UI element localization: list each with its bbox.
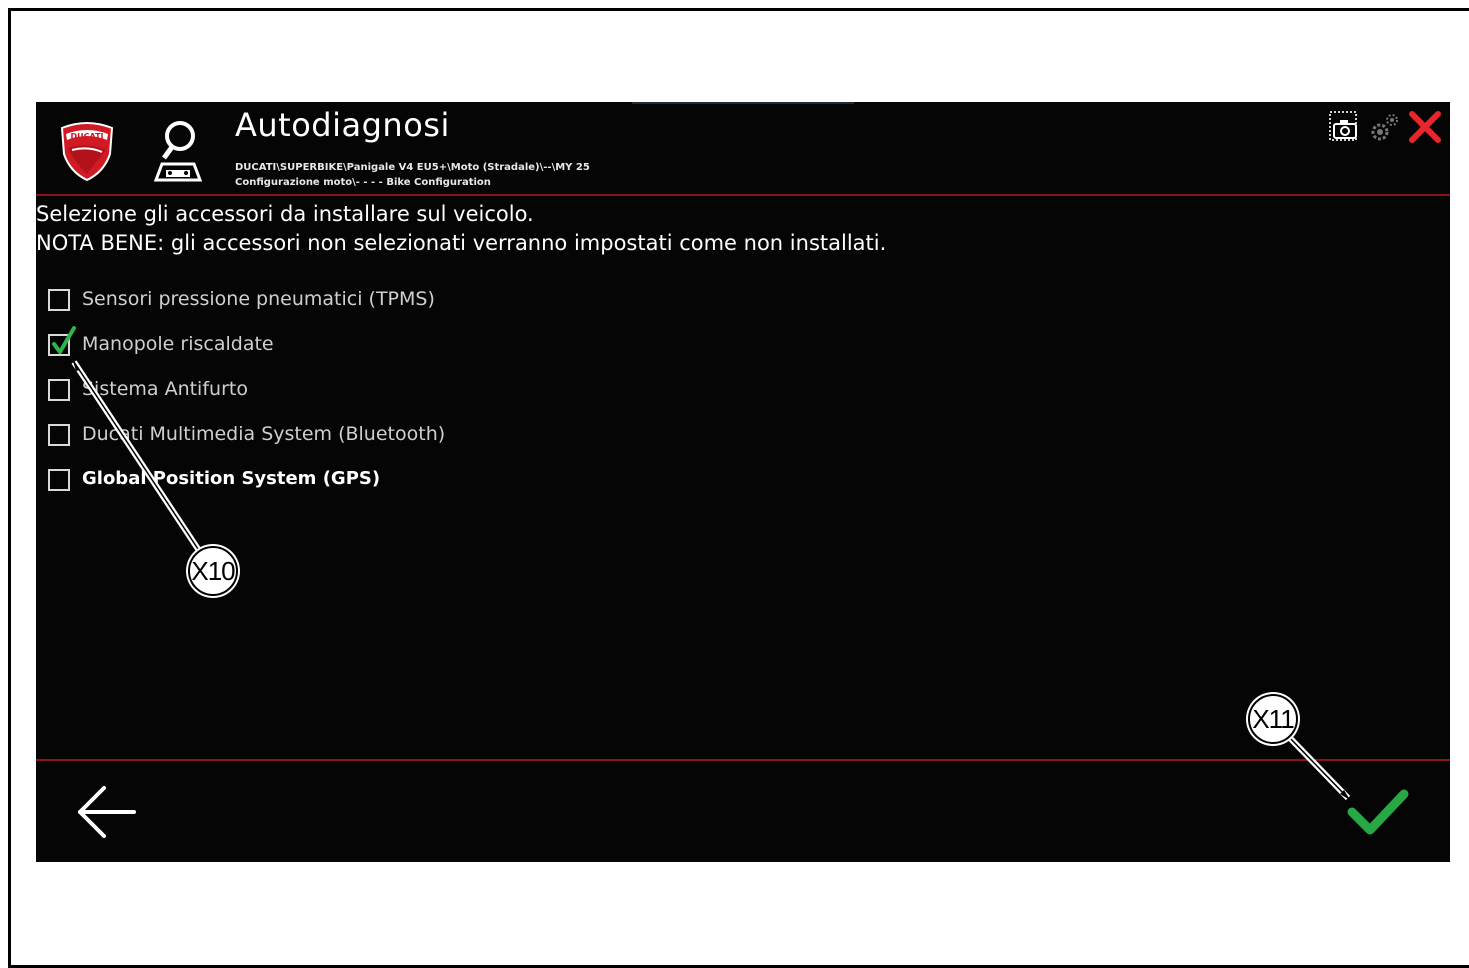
back-button[interactable] xyxy=(74,784,138,840)
checkbox[interactable] xyxy=(48,379,70,401)
accessory-label: Global Position System (GPS) xyxy=(82,468,381,489)
accessory-label: Ducati Multimedia System (Bluetooth) xyxy=(82,423,446,445)
accessory-label: Sensori pressione pneumatici (TPMS) xyxy=(82,288,435,310)
callout-x10: X10 xyxy=(188,546,238,596)
vehicle-path: DUCATI\SUPERBIKE\Panigale V4 EU5+\Moto (… xyxy=(235,162,590,173)
footer-divider xyxy=(36,759,1450,761)
accessory-option-multimedia[interactable]: Ducati Multimedia System (Bluetooth) xyxy=(48,421,508,451)
instruction-note: NOTA BENE: gli accessori non selezionati… xyxy=(36,231,887,255)
topbar-accent xyxy=(632,102,854,104)
accessory-label: Manopole riscaldate xyxy=(82,333,274,355)
accessory-option-antitheft[interactable]: Sistema Antifurto xyxy=(48,376,508,406)
settings-gear-icon[interactable] xyxy=(1368,110,1400,144)
arrow-left-icon xyxy=(78,786,136,838)
accessory-option-tpms[interactable]: Sensori pressione pneumatici (TPMS) xyxy=(48,286,508,316)
autodiagnosis-icon xyxy=(153,121,203,182)
instruction-line: Selezione gli accessori da installare su… xyxy=(36,202,534,226)
logo-text: DUCATI xyxy=(70,132,103,141)
camera-icon[interactable] xyxy=(1328,110,1360,144)
ducati-logo: DUCATI xyxy=(60,122,114,182)
checkbox[interactable] xyxy=(48,289,70,311)
checkbox[interactable] xyxy=(48,424,70,446)
page-title: Autodiagnosi xyxy=(235,106,450,144)
accessory-option-heated-grips[interactable]: Manopole riscaldate xyxy=(48,326,508,361)
instructions: Selezione gli accessori da installare su… xyxy=(36,200,886,258)
diagnosis-screen: DUCATI Autodiagnosi DUCATI\SUPERBIKE\Pan… xyxy=(36,102,1450,862)
checkmark-icon xyxy=(52,326,76,354)
checkbox-checked[interactable] xyxy=(48,326,76,356)
checkmark-icon xyxy=(1347,789,1409,835)
close-icon[interactable] xyxy=(1408,110,1442,144)
accessory-label: Sistema Antifurto xyxy=(82,378,248,400)
checkbox[interactable] xyxy=(48,469,70,491)
configuration-path: Configurazione moto\- - - - Bike Configu… xyxy=(235,177,491,188)
accessory-option-gps[interactable]: Global Position System (GPS) xyxy=(48,466,508,496)
confirm-button[interactable] xyxy=(1346,786,1410,838)
header-toolbar xyxy=(1320,108,1450,148)
header-divider xyxy=(36,194,1450,196)
callout-x11: X11 xyxy=(1248,694,1298,744)
